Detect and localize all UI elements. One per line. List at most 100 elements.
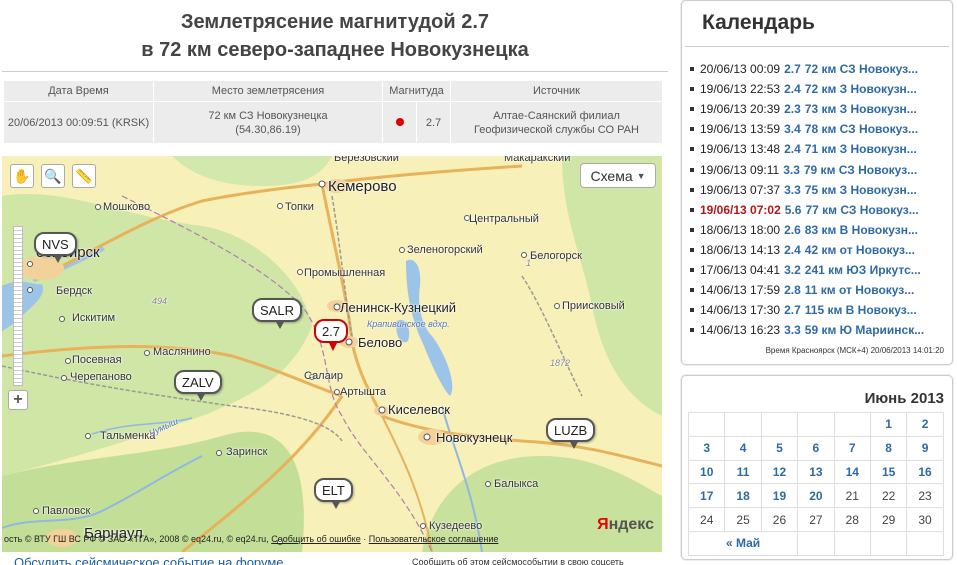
city-label-kemerovo: Кемерово: [328, 178, 397, 195]
empty-nav-cell: [869, 530, 908, 556]
event-magnitude[interactable]: 2.4: [784, 82, 801, 96]
map-type-label: Схема: [590, 167, 633, 184]
event-magnitude[interactable]: 2.4: [784, 243, 801, 257]
ruler-button[interactable]: 📏: [72, 164, 96, 188]
event-location-link[interactable]: 71 км З Новокузн...: [805, 142, 917, 156]
cell-magnitude: 2.7: [416, 101, 451, 144]
day-link[interactable]: 16: [906, 459, 944, 485]
event-item[interactable]: 19/06/13 13:48 2.4 71 км З Новокузн...: [690, 139, 950, 159]
event-location-link[interactable]: 78 км СЗ Новокуз...: [805, 122, 918, 136]
day-link[interactable]: 7: [833, 435, 871, 461]
hand-tool-button[interactable]: ✋: [10, 164, 34, 188]
day-link[interactable]: 6: [797, 435, 835, 461]
prev-month-link[interactable]: « Май: [726, 536, 760, 550]
event-magnitude[interactable]: 2.8: [784, 283, 801, 297]
event-magnitude[interactable]: 2.4: [784, 142, 801, 156]
day-link[interactable]: 4: [724, 435, 762, 461]
event-magnitude[interactable]: 2.3: [784, 102, 801, 116]
map-copyright: © ВТУ ГШ ВС РФ © ЗАО «ТГА», 2008 © eq24.…: [24, 534, 269, 544]
event-item[interactable]: 19/06/13 13:59 3.4 78 км СЗ Новокуз...: [690, 119, 950, 139]
day-link[interactable]: 20: [797, 483, 835, 509]
event-item[interactable]: 17/06/13 04:41 3.2 241 км ЮЗ Иркутс...: [690, 260, 950, 280]
event-magnitude[interactable]: 3.4: [784, 122, 801, 136]
day-link[interactable]: 3: [687, 435, 726, 461]
zoom-box-icon: 🔍: [44, 167, 62, 184]
report-error-link[interactable]: Сообщить об ошибке: [271, 534, 361, 544]
event-item[interactable]: 19/06/13 07:37 3.3 75 км З Новокузн...: [690, 180, 950, 200]
event-location-link[interactable]: 77 км СЗ Новокуз...: [805, 203, 918, 217]
day-link[interactable]: 14: [833, 459, 871, 485]
event-item[interactable]: 19/06/13 22:53 2.4 72 км З Новокузн...: [690, 79, 950, 99]
event-magnitude[interactable]: 3.3: [784, 183, 801, 197]
event-item[interactable]: 14/06/13 16:23 3.3 59 км Ю Мариинск...: [690, 320, 950, 340]
station-marker-nvs[interactable]: NVS: [34, 232, 77, 263]
empty-nav-cell: [833, 530, 871, 556]
event-magnitude[interactable]: 3.2: [784, 263, 801, 277]
day-link[interactable]: 2: [906, 412, 944, 437]
day-link[interactable]: 15: [869, 459, 908, 485]
event-location-link[interactable]: 115 км В Новокуз...: [805, 303, 917, 317]
station-marker-luzb[interactable]: LUZB: [546, 418, 596, 449]
page-title-line1: Землетрясение магнитудой 2.7: [180, 11, 490, 33]
forum-discuss-link[interactable]: Обсудить сейсмическое событие на форуме: [14, 555, 284, 565]
event-location-link[interactable]: 75 км З Новокузн...: [805, 183, 917, 197]
header-place: Место землетрясения: [153, 80, 383, 102]
event-location-link[interactable]: 11 км от Новокуз...: [805, 283, 915, 297]
zoom-slider[interactable]: [13, 226, 23, 386]
city-label-kiselevsk: Киселевск: [388, 402, 450, 417]
town-label: Павловск: [42, 505, 91, 517]
town-label: Приисковый: [562, 300, 625, 312]
earthquake-marker[interactable]: 2.7: [314, 319, 348, 351]
event-item[interactable]: 19/06/13 20:39 2.3 73 км З Новокузн...: [690, 99, 950, 119]
event-item[interactable]: 18/06/13 18:00 2.6 83 км В Новокузн...: [690, 220, 950, 240]
day-link[interactable]: 8: [869, 435, 908, 461]
event-location-link[interactable]: 42 км от Новокуз...: [805, 243, 915, 257]
day-link[interactable]: 17: [687, 483, 726, 509]
station-marker-zalv[interactable]: ZALV: [174, 370, 222, 401]
month-calendar-panel: Июнь 2013 1 2 3 4 5 6 7 8 9 10 11 12 13 14 15 16 17 18 19 2…: [681, 375, 953, 560]
yandex-logo: Яндекс: [597, 516, 654, 533]
event-item[interactable]: 20/06/13 00:09 2.7 72 км СЗ Новокуз...: [690, 59, 950, 79]
event-location-link[interactable]: 73 км З Новокузн...: [805, 102, 917, 116]
map-footer: ость © ВТУ ГШ ВС РФ © ЗАО «ТГА», 2008 © …: [2, 534, 662, 548]
event-time: 18/06/13 18:00: [700, 222, 781, 237]
event-magnitude[interactable]: 5.6: [785, 203, 802, 217]
event-magnitude[interactable]: 3.3: [783, 163, 800, 177]
event-magnitude[interactable]: 2.6: [784, 223, 801, 237]
event-item[interactable]: 14/06/13 17:30 2.7 115 км В Новокуз...: [690, 300, 950, 320]
station-marker-elt[interactable]: ELT: [314, 478, 353, 509]
event-item[interactable]: 19/06/13 09:11 3.3 79 км СЗ Новокуз...: [690, 159, 950, 179]
day-link[interactable]: 11: [724, 459, 762, 485]
event-magnitude[interactable]: 3.3: [784, 323, 801, 337]
event-magnitude[interactable]: 2.7: [784, 303, 801, 317]
map-view[interactable]: Кемерово осибирск Ленинск-Кузнецкий Бело…: [2, 156, 662, 552]
day-link[interactable]: 10: [687, 459, 726, 485]
title-divider: [2, 71, 668, 72]
event-item[interactable]: 18/06/13 14:13 2.4 42 км от Новокуз...: [690, 240, 950, 260]
event-location-link[interactable]: 79 км СЗ Новокуз...: [804, 163, 917, 177]
event-location-link[interactable]: 72 км З Новокузн...: [805, 82, 917, 96]
day-link[interactable]: 19: [760, 483, 799, 509]
zoom-control: +: [8, 226, 28, 410]
event-time: 19/06/13 20:39: [700, 102, 781, 117]
town-label: Бердск: [56, 285, 92, 297]
event-location-link[interactable]: 241 км ЮЗ Иркутс...: [805, 263, 921, 277]
event-location-link[interactable]: 72 км СЗ Новокуз...: [805, 62, 918, 76]
event-item[interactable]: 19/06/13 07:02 5.6 77 км СЗ Новокуз...: [690, 200, 950, 220]
day-link[interactable]: 18: [724, 483, 762, 509]
event-location-link[interactable]: 59 км Ю Мариинск...: [805, 323, 924, 337]
map-type-dropdown[interactable]: Схема ▼: [580, 163, 656, 188]
event-location-link[interactable]: 83 км В Новокузн...: [805, 223, 918, 237]
day-link[interactable]: 1: [869, 412, 908, 437]
day-link[interactable]: 13: [797, 459, 835, 485]
empty-day-cell: [833, 412, 871, 437]
event-magnitude[interactable]: 2.7: [784, 62, 801, 76]
event-item[interactable]: 14/06/13 17:59 2.8 11 км от Новокуз...: [690, 280, 950, 300]
day-link[interactable]: 12: [760, 459, 799, 485]
day-link[interactable]: 5: [760, 435, 799, 461]
station-marker-salr[interactable]: SALR: [252, 298, 302, 329]
zoom-in-button[interactable]: +: [8, 390, 28, 410]
day-link[interactable]: 9: [906, 435, 944, 461]
terms-link[interactable]: Пользовательское соглашение: [369, 534, 499, 544]
zoom-box-button[interactable]: 🔍: [41, 164, 65, 188]
